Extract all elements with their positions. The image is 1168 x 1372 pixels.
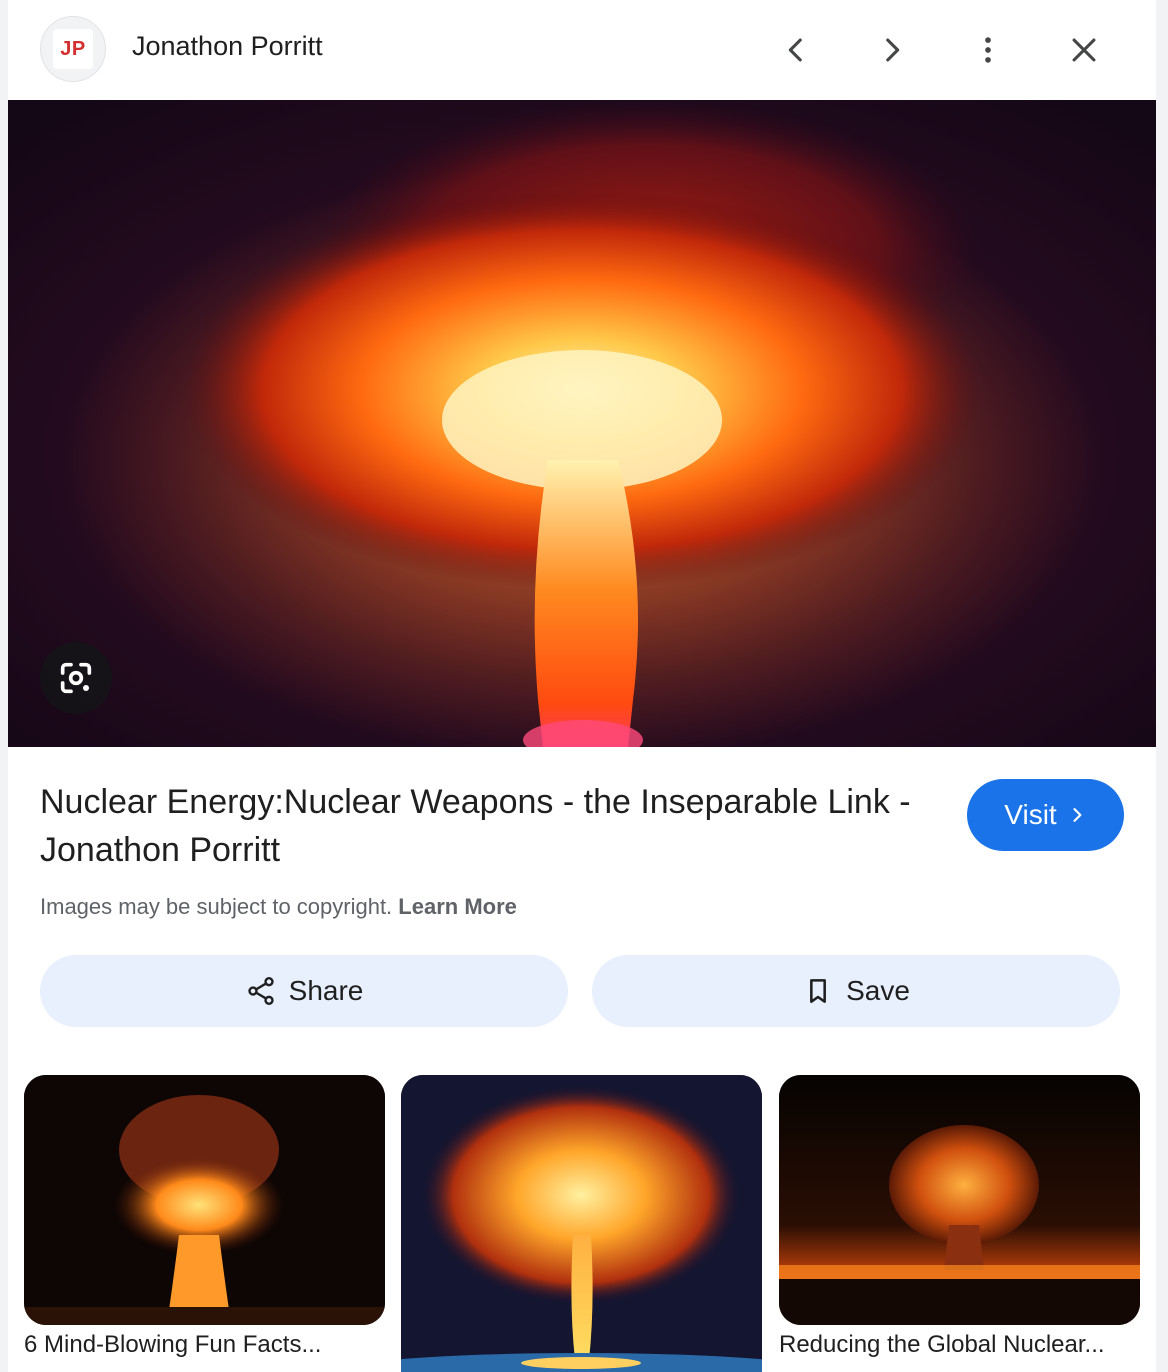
close-icon	[1072, 38, 1096, 62]
next-button[interactable]	[866, 24, 918, 76]
chevron-right-icon	[1073, 808, 1082, 822]
related-label[interactable]: 6 Mind-Blowing Fun Facts...	[24, 1331, 385, 1359]
site-favicon[interactable]: JP	[40, 16, 106, 82]
visit-button[interactable]: Visit	[967, 779, 1124, 851]
more-vert-icon	[985, 37, 991, 63]
close-button[interactable]	[1058, 24, 1110, 76]
image-preview-panel: JP Jonathon Porritt Nuclear Energy:Nucle…	[8, 0, 1156, 1372]
related-thumbnail[interactable]	[24, 1075, 385, 1325]
related-label[interactable]: Reducing the Global Nuclear...	[779, 1331, 1140, 1359]
preview-header: JP Jonathon Porritt	[8, 0, 1156, 100]
related-thumbnail[interactable]	[779, 1075, 1140, 1325]
bookmark-icon	[810, 979, 827, 1003]
site-name[interactable]: Jonathon Porritt	[132, 31, 323, 62]
result-title[interactable]: Nuclear Energy:Nuclear Weapons - the Ins…	[40, 778, 920, 874]
lens-search-button[interactable]	[40, 642, 112, 714]
save-button[interactable]: Save	[592, 955, 1120, 1027]
related-image-1	[24, 1075, 385, 1325]
copyright-text: Images may be subject to copyright.	[40, 894, 393, 919]
save-label: Save	[846, 975, 910, 1006]
related-image-3	[779, 1075, 1140, 1325]
mushroom-cloud-image	[8, 100, 1156, 747]
related-thumbnail[interactable]	[401, 1075, 762, 1372]
favicon-logo: JP	[53, 29, 93, 69]
chevron-right-icon	[886, 38, 900, 62]
previous-button[interactable]	[770, 24, 822, 76]
share-label: Share	[288, 975, 364, 1006]
share-icon	[247, 977, 274, 1005]
share-button[interactable]: Share	[40, 955, 568, 1027]
related-image-2	[401, 1075, 762, 1372]
chevron-left-icon	[788, 38, 802, 62]
more-options-button[interactable]	[962, 24, 1014, 76]
learn-more-link[interactable]: Learn More	[398, 894, 517, 919]
copyright-notice: Images may be subject to copyright. Lear…	[40, 894, 517, 920]
preview-image[interactable]	[8, 100, 1156, 747]
visit-label: Visit	[1004, 799, 1057, 830]
google-lens-icon	[60, 662, 92, 694]
